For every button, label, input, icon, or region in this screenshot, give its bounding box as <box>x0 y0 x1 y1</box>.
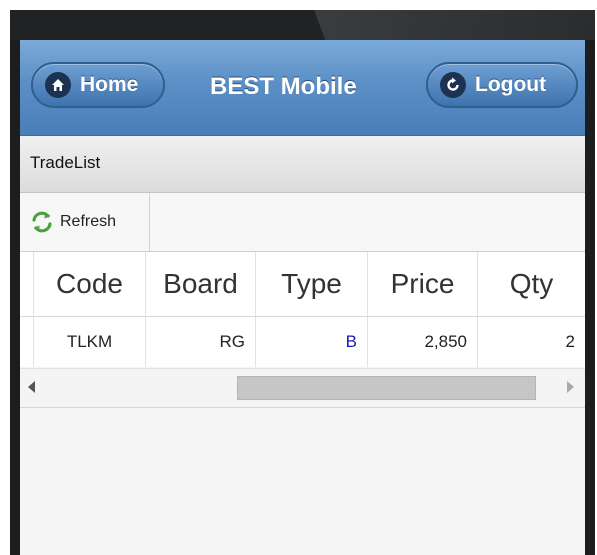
device-side-left <box>10 40 20 555</box>
column-header-hidden[interactable] <box>20 252 34 316</box>
section-title: TradeList <box>30 153 101 172</box>
app-title: BEST Mobile <box>210 73 357 100</box>
refresh-icon <box>28 208 56 236</box>
column-header-qty[interactable]: Qty <box>478 252 585 316</box>
home-icon <box>45 72 71 98</box>
horizontal-scrollbar[interactable] <box>20 368 585 408</box>
cell-qty: 2 <box>565 332 575 351</box>
app-screen: Home BEST Mobile Logout TradeList Refres… <box>20 40 585 555</box>
home-button[interactable]: Home <box>31 62 165 108</box>
logout-button-label: Logout <box>475 73 547 96</box>
device-side-right <box>585 40 595 555</box>
table-row[interactable]: TLKM RG B 2,850 2 <box>20 317 585 367</box>
home-button-label: Home <box>80 73 139 96</box>
column-header-type[interactable]: Type <box>256 252 368 316</box>
column-header-price[interactable]: Price <box>368 252 478 316</box>
cell-type: B <box>256 317 368 367</box>
toolbar: Refresh <box>20 193 585 252</box>
grid-header: Code Board Type Price Qty <box>20 252 585 317</box>
cell-board: RG <box>146 317 256 367</box>
section-bar: TradeList <box>20 136 585 193</box>
column-header-board[interactable]: Board <box>146 252 256 316</box>
cell-hidden <box>20 317 34 367</box>
logout-button[interactable]: Logout <box>426 62 578 108</box>
scrollbar-thumb[interactable] <box>237 376 536 400</box>
refresh-label: Refresh <box>60 213 117 230</box>
cell-price: 2,850 <box>368 317 478 367</box>
scroll-left-arrow-icon[interactable] <box>28 381 35 393</box>
cell-code: TLKM <box>34 317 146 367</box>
scroll-right-arrow-icon[interactable] <box>567 381 574 393</box>
refresh-button[interactable]: Refresh <box>20 193 150 251</box>
device-bezel-highlight <box>314 10 595 40</box>
column-header-code[interactable]: Code <box>34 252 146 316</box>
app-header: Home BEST Mobile Logout <box>20 40 585 136</box>
logout-icon <box>440 72 466 98</box>
